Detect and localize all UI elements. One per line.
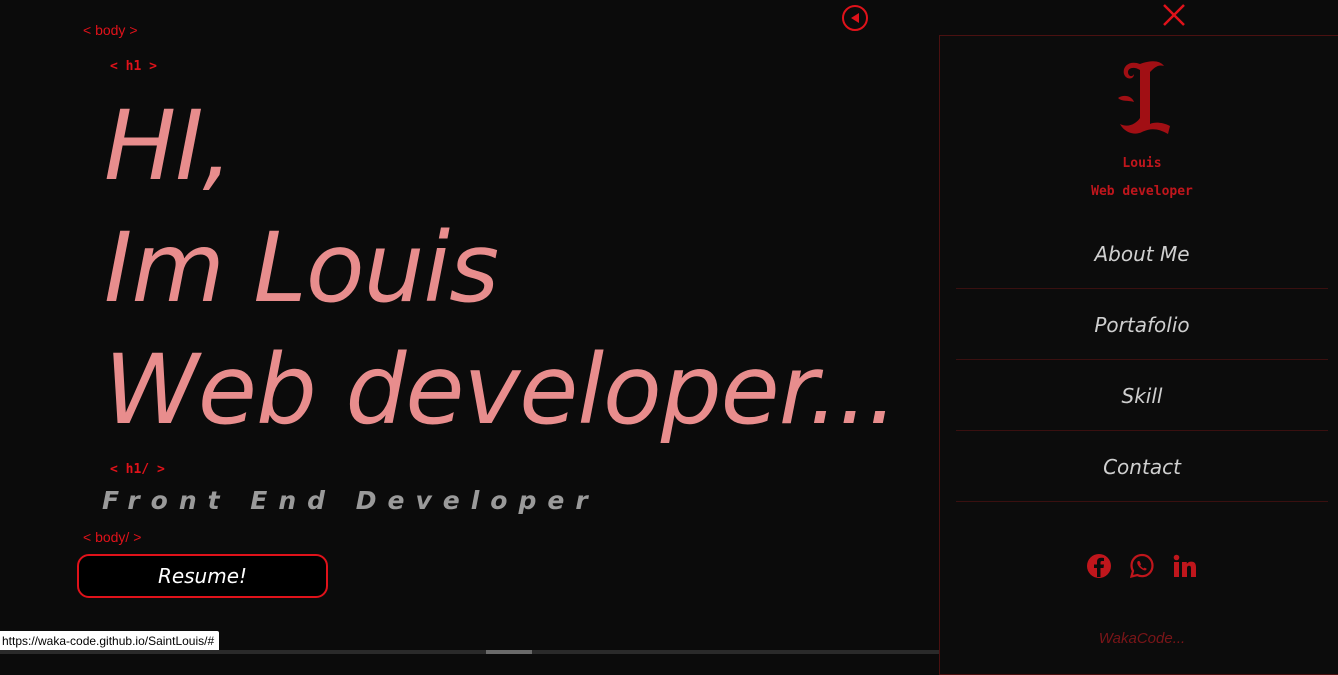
facebook-icon[interactable] (1086, 553, 1112, 579)
scrollbar-thumb[interactable] (486, 650, 532, 654)
hero-role: Web developer... (104, 334, 898, 446)
footer-brand[interactable]: WakaCode... (940, 630, 1338, 647)
horizontal-scrollbar[interactable] (0, 650, 939, 654)
h1-close-tag: < h1/ > (110, 462, 165, 477)
whatsapp-icon[interactable] (1129, 553, 1155, 579)
h1-open-tag: < h1 > (110, 59, 157, 74)
sidebar: Louis Web developer About Me Portafolio … (939, 35, 1338, 675)
resume-button[interactable]: Resume! (77, 554, 328, 598)
status-bar-url: https://waka-code.github.io/SaintLouis/# (0, 631, 220, 651)
gothic-l-logo-icon (1118, 61, 1170, 134)
nav-portafolio[interactable]: Portafolio (956, 290, 1328, 360)
subtitle: Front End Developer (102, 486, 599, 515)
profile-name: Louis (1122, 156, 1162, 171)
body-close-tag: < body/ > (83, 529, 142, 545)
close-icon (1163, 4, 1185, 26)
body-open-tag: < body > (83, 22, 138, 38)
linkedin-icon[interactable] (1172, 553, 1198, 579)
nav-skill[interactable]: Skill (956, 361, 1328, 431)
hero-greeting: HI, (104, 90, 233, 202)
nav-contact[interactable]: Contact (956, 432, 1328, 502)
collapse-sidebar-button[interactable] (842, 5, 868, 31)
nav-about-me[interactable]: About Me (956, 219, 1328, 289)
hero-name: Im Louis (104, 212, 499, 324)
triangle-left-icon (851, 13, 859, 23)
profile-role: Web developer (1091, 184, 1193, 199)
close-sidebar-button[interactable] (1161, 2, 1187, 28)
